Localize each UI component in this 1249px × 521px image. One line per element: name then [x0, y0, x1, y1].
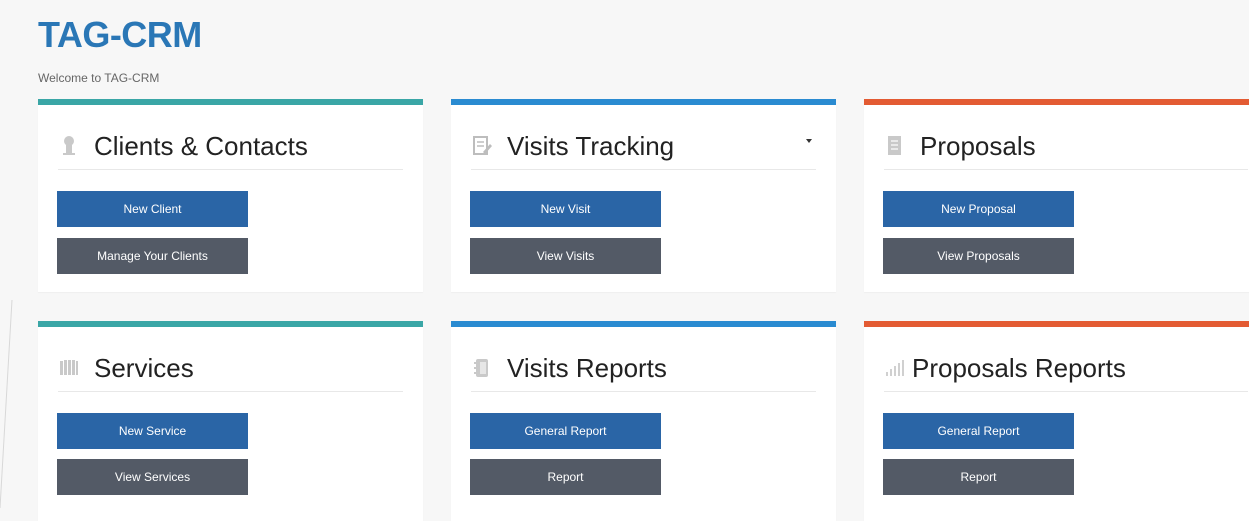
card-title: Proposals Reports: [912, 352, 1126, 383]
report-button[interactable]: Report: [883, 459, 1074, 495]
general-report-button[interactable]: General Report: [470, 413, 661, 449]
card-accent-bar: [451, 321, 836, 327]
card-header: Proposals: [884, 123, 1248, 170]
card-services: Services New Service View Services: [38, 321, 423, 521]
card-header: Clients & Contacts: [58, 123, 403, 170]
manage-clients-button[interactable]: Manage Your Clients: [57, 238, 248, 274]
view-visits-button[interactable]: View Visits: [470, 238, 661, 274]
services-icon: [58, 357, 80, 379]
new-service-button[interactable]: New Service: [57, 413, 248, 449]
dropdown-caret-icon[interactable]: [806, 139, 812, 143]
edit-document-icon: [471, 135, 493, 157]
new-visit-button[interactable]: New Visit: [470, 191, 661, 227]
report-book-icon: [471, 357, 493, 379]
report-button[interactable]: Report: [470, 459, 661, 495]
view-services-button[interactable]: View Services: [57, 459, 248, 495]
card-accent-bar: [38, 321, 423, 327]
document-icon: [884, 135, 906, 157]
card-title: Visits Reports: [507, 352, 667, 383]
general-report-button[interactable]: General Report: [883, 413, 1074, 449]
signal-bars-icon: [884, 357, 906, 379]
card-accent-bar: [38, 99, 423, 105]
card-header: Proposals Reports: [884, 345, 1248, 392]
card-header: Services: [58, 345, 403, 392]
card-title: Services: [94, 352, 194, 383]
view-proposals-button[interactable]: View Proposals: [883, 238, 1074, 274]
card-title: Proposals: [920, 130, 1036, 161]
card-header: Visits Tracking: [471, 123, 816, 170]
card-visits-reports: Visits Reports General Report Report: [451, 321, 836, 521]
decorative-slant-line: [0, 300, 13, 508]
user-icon: [58, 135, 80, 157]
card-proposals: Proposals New Proposal View Proposals: [864, 99, 1249, 292]
welcome-text: Welcome to TAG-CRM: [38, 71, 160, 85]
card-header: Visits Reports: [471, 345, 816, 392]
card-title: Visits Tracking: [507, 130, 675, 161]
card-clients-contacts: Clients & Contacts New Client Manage You…: [38, 99, 423, 292]
new-proposal-button[interactable]: New Proposal: [883, 191, 1074, 227]
card-title: Clients & Contacts: [94, 130, 308, 161]
new-client-button[interactable]: New Client: [57, 191, 248, 227]
card-visits-tracking: Visits Tracking New Visit View Visits: [451, 99, 836, 292]
card-proposals-reports: Proposals Reports General Report Report: [864, 321, 1249, 521]
card-accent-bar: [451, 99, 836, 105]
dashboard-grid: Clients & Contacts New Client Manage You…: [38, 99, 1249, 521]
app-title: TAG-CRM: [38, 14, 202, 55]
card-accent-bar: [864, 99, 1249, 105]
card-accent-bar: [864, 321, 1249, 327]
